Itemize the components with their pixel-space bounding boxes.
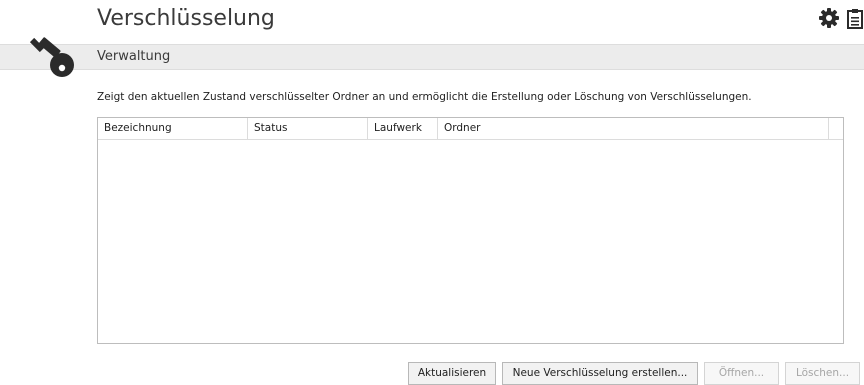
table-header: Bezeichnung Status Laufwerk Ordner [98, 118, 843, 140]
delete-button[interactable]: Löschen... [785, 362, 860, 385]
clipboard-icon [847, 9, 863, 29]
section-title: Verwaltung [97, 49, 171, 64]
new-encryption-button[interactable]: Neue Verschlüsselung erstellen... [502, 362, 698, 385]
table-body-empty[interactable] [98, 140, 843, 343]
key-icon [25, 35, 77, 79]
encryption-table[interactable]: Bezeichnung Status Laufwerk Ordner [97, 117, 844, 344]
top-toolbar [818, 7, 864, 29]
column-header-drive[interactable]: Laufwerk [368, 118, 438, 139]
open-button[interactable]: Öffnen... [704, 362, 779, 385]
column-header-status[interactable]: Status [248, 118, 368, 139]
settings-button[interactable] [818, 7, 840, 29]
encryption-page: Verschlüsselung Verwaltung Zeigt den akt… [0, 0, 864, 385]
report-button[interactable] [845, 8, 864, 29]
description-text: Zeigt den aktuellen Zustand verschlüssel… [97, 91, 752, 103]
gear-icon [819, 8, 839, 28]
refresh-button[interactable]: Aktualisieren [408, 362, 496, 385]
column-header-name[interactable]: Bezeichnung [98, 118, 248, 139]
column-header-folder[interactable]: Ordner [438, 118, 829, 139]
page-title: Verschlüsselung [97, 6, 275, 31]
